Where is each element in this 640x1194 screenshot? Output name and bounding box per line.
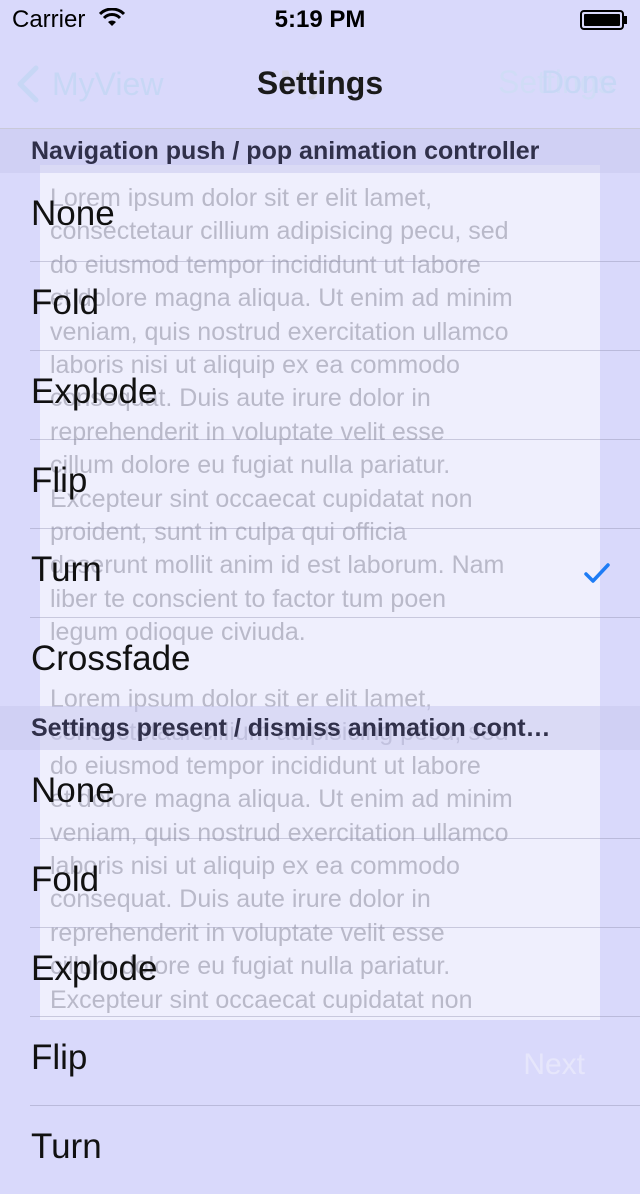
option-cell[interactable]: Flip	[30, 440, 640, 529]
option-label: Crossfade	[31, 639, 191, 678]
option-label: Explode	[31, 372, 158, 411]
section-navigation-animation: None Fold Explode Flip Turn Crossfade	[0, 173, 640, 706]
option-label: Explode	[31, 949, 158, 988]
option-label: None	[31, 194, 115, 233]
option-label: Turn	[31, 1127, 102, 1166]
status-bar: Carrier 5:19 PM	[0, 0, 640, 40]
option-cell[interactable]: Turn	[30, 1106, 640, 1194]
section-header: Settings present / dismiss animation con…	[0, 706, 640, 750]
option-cell[interactable]: None	[30, 750, 640, 839]
option-cell[interactable]: Explode	[30, 351, 640, 440]
option-cell[interactable]: Flip	[30, 1017, 640, 1106]
option-cell[interactable]: Explode	[30, 928, 640, 1017]
battery-icon	[580, 10, 627, 30]
option-label: None	[31, 771, 115, 810]
option-cell[interactable]: None	[30, 173, 640, 262]
section-header: Navigation push / pop animation controll…	[0, 129, 640, 173]
option-cell-selected[interactable]: Turn	[30, 529, 640, 618]
option-cell[interactable]: Fold	[30, 839, 640, 928]
section-settings-animation: None Fold Explode Flip Turn	[0, 750, 640, 1194]
done-button[interactable]: Done	[541, 64, 618, 101]
option-label: Flip	[31, 1038, 88, 1077]
option-cell[interactable]: Fold	[30, 262, 640, 351]
option-label: Fold	[31, 860, 100, 899]
option-label: Fold	[31, 283, 100, 322]
checkmark-icon	[584, 563, 610, 583]
navigation-bar: MyView My Settings Settings Done	[0, 40, 640, 129]
option-label: Turn	[31, 550, 102, 589]
option-label: Flip	[31, 461, 88, 500]
option-cell[interactable]: Crossfade	[30, 618, 640, 706]
settings-table: Navigation push / pop animation controll…	[0, 129, 640, 1166]
status-time: 5:19 PM	[274, 6, 366, 33]
